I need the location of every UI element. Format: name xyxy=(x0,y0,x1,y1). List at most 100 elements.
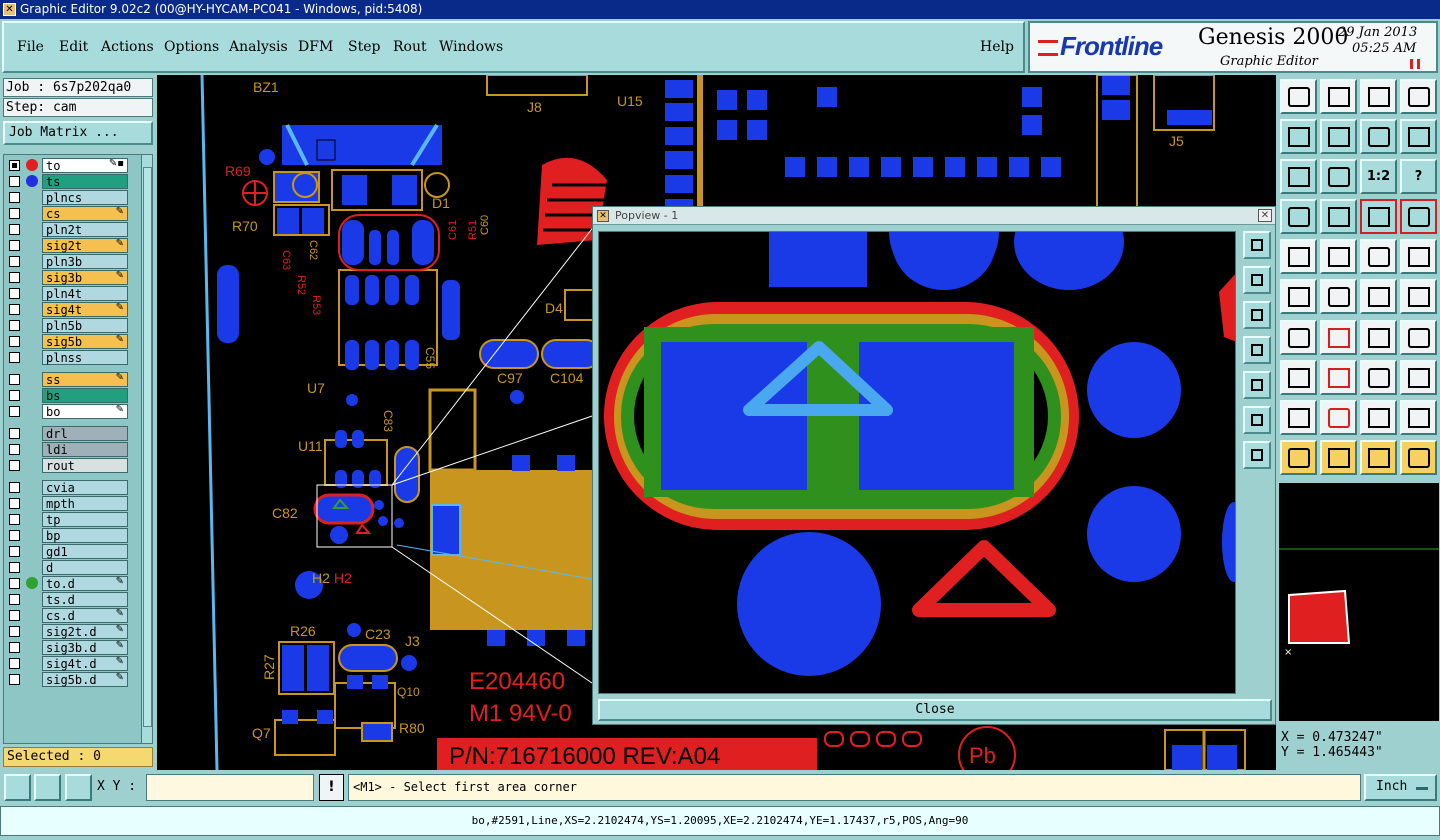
layer-row-pln5b[interactable]: pln5b xyxy=(6,318,128,333)
layer-checkbox[interactable] xyxy=(9,390,20,401)
popview-close-button[interactable]: Close xyxy=(598,699,1272,721)
layer-checkbox[interactable] xyxy=(9,530,20,541)
layer-name[interactable]: pln4t xyxy=(42,286,128,301)
layer-checkbox[interactable] xyxy=(9,482,20,493)
pad-button[interactable] xyxy=(1280,360,1317,395)
save-button[interactable] xyxy=(1320,79,1357,114)
layer-row-ldi[interactable]: ldi xyxy=(6,442,128,457)
layer-checkbox[interactable] xyxy=(9,176,20,187)
menu-analysis[interactable]: Analysis xyxy=(229,39,288,55)
layer-name[interactable]: d xyxy=(42,560,128,575)
snap-button[interactable] xyxy=(1320,239,1357,274)
layer-checkbox[interactable] xyxy=(9,320,20,331)
popview-tool-pan-down[interactable] xyxy=(1243,301,1271,329)
layer-name[interactable]: pln3b xyxy=(42,254,128,269)
fit-screen-button[interactable] xyxy=(1280,159,1317,194)
close-cross-button[interactable] xyxy=(1320,279,1357,314)
layer-name[interactable]: mpth xyxy=(42,496,128,511)
popview-tool-pan-up[interactable] xyxy=(1243,266,1271,294)
question-button[interactable]: ? xyxy=(1400,159,1437,194)
menu-help[interactable]: Help xyxy=(980,39,1014,55)
grid-button[interactable] xyxy=(1320,199,1357,234)
connect-button[interactable] xyxy=(1280,279,1317,314)
measure-tool-button[interactable] xyxy=(34,774,61,801)
menu-actions[interactable]: Actions xyxy=(101,39,154,55)
open-job-button[interactable] xyxy=(1280,79,1317,114)
layer-name[interactable]: ldi xyxy=(42,442,128,457)
layer-row-pln3b[interactable]: pln3b xyxy=(6,254,128,269)
popview-title-bar[interactable]: ✕ Popview - 1 ✕ xyxy=(593,207,1275,225)
fit-button[interactable] xyxy=(1400,320,1437,355)
layer-row-ts[interactable]: ts xyxy=(6,174,128,189)
layer-checkbox[interactable] xyxy=(9,304,20,315)
close-icon[interactable]: ✕ xyxy=(1258,209,1272,222)
pause-icon[interactable] xyxy=(1410,59,1420,69)
layer-name[interactable]: pln2t xyxy=(42,222,128,237)
layer-row-sig4t[interactable]: sig4t ✎ xyxy=(6,302,128,317)
route-button[interactable] xyxy=(1360,279,1397,314)
layer-row-cs-d[interactable]: cs.d ✎ xyxy=(6,608,128,623)
menu-file[interactable]: File xyxy=(17,39,44,55)
layer-checkbox[interactable] xyxy=(9,594,20,605)
layer-checkbox[interactable] xyxy=(9,406,20,417)
layer-row-plnss[interactable]: plnss xyxy=(6,350,128,365)
layer-row-d[interactable]: d xyxy=(6,560,128,575)
layer-checkbox[interactable] xyxy=(9,428,20,439)
popview-canvas[interactable] xyxy=(598,231,1236,694)
layer-checkbox[interactable] xyxy=(9,352,20,363)
layer-checkbox[interactable] xyxy=(9,460,20,471)
popview-tool-pan-left[interactable] xyxy=(1243,336,1271,364)
segment-button[interactable] xyxy=(1320,360,1357,395)
group-button[interactable] xyxy=(1400,360,1437,395)
layer-row-sig3b-d[interactable]: sig3b.d ✎ xyxy=(6,640,128,655)
menu-edit[interactable]: Edit xyxy=(59,39,88,55)
arc-button[interactable] xyxy=(1360,320,1397,355)
layer-name[interactable]: pln5b xyxy=(42,318,128,333)
angle-button[interactable] xyxy=(1280,320,1317,355)
layer-row-sig2t-d[interactable]: sig2t.d ✎ xyxy=(6,624,128,639)
layer-name[interactable]: drl xyxy=(42,426,128,441)
scrollbar-thumb[interactable] xyxy=(143,167,152,727)
line-button[interactable] xyxy=(1320,320,1357,355)
layer-row-mpth[interactable]: mpth xyxy=(6,496,128,511)
home-button[interactable] xyxy=(1360,79,1397,114)
layer-row-plncs[interactable]: plncs xyxy=(6,190,128,205)
route-path-button[interactable] xyxy=(1400,440,1437,475)
layer-checkbox[interactable] xyxy=(9,256,20,267)
layer-checkbox[interactable] xyxy=(9,642,20,653)
settings-button[interactable] xyxy=(1280,199,1317,234)
target-button[interactable] xyxy=(1400,239,1437,274)
triangle-button[interactable] xyxy=(1280,400,1317,435)
layer-checkbox[interactable] xyxy=(9,192,20,203)
layer-row-cvia[interactable]: cvia xyxy=(6,480,128,495)
layer-scrollbar[interactable] xyxy=(141,155,152,743)
unit-select[interactable]: Inch xyxy=(1364,774,1437,801)
layer-row-sig3b[interactable]: sig3b ✎ xyxy=(6,270,128,285)
layer-row-tp[interactable]: tp xyxy=(6,512,128,527)
layer-checkbox[interactable] xyxy=(9,160,20,171)
layers-red-button[interactable] xyxy=(1360,199,1397,234)
popview-tool-pan-right[interactable] xyxy=(1243,371,1271,399)
layer-row-bs[interactable]: bs xyxy=(6,388,128,403)
feature-button[interactable] xyxy=(1280,239,1317,274)
layer-row-cs[interactable]: cs ✎ xyxy=(6,206,128,221)
triangle-cross-button[interactable] xyxy=(1400,400,1437,435)
layer-row-bp[interactable]: bp xyxy=(6,528,128,543)
move-right-button[interactable] xyxy=(1320,119,1357,154)
zoom-button[interactable] xyxy=(1320,159,1357,194)
layer-checkbox[interactable] xyxy=(9,224,20,235)
layer-checkbox[interactable] xyxy=(9,444,20,455)
select-box-button[interactable] xyxy=(1320,440,1357,475)
menu-windows[interactable]: Windows xyxy=(439,39,503,55)
layer-checkbox[interactable] xyxy=(9,498,20,509)
popview-tool-zoom-out[interactable] xyxy=(1243,406,1271,434)
select-pointer-button[interactable] xyxy=(1360,440,1397,475)
window-button[interactable] xyxy=(1400,79,1437,114)
triangle-red-button[interactable] xyxy=(1360,400,1397,435)
layers-red-alt-button[interactable] xyxy=(1400,199,1437,234)
layer-checkbox[interactable] xyxy=(9,374,20,385)
redo-button[interactable] xyxy=(1400,119,1437,154)
execute-button[interactable]: ! xyxy=(319,774,344,801)
layer-name[interactable]: ts xyxy=(42,174,128,189)
triangle-alt-button[interactable] xyxy=(1320,400,1357,435)
